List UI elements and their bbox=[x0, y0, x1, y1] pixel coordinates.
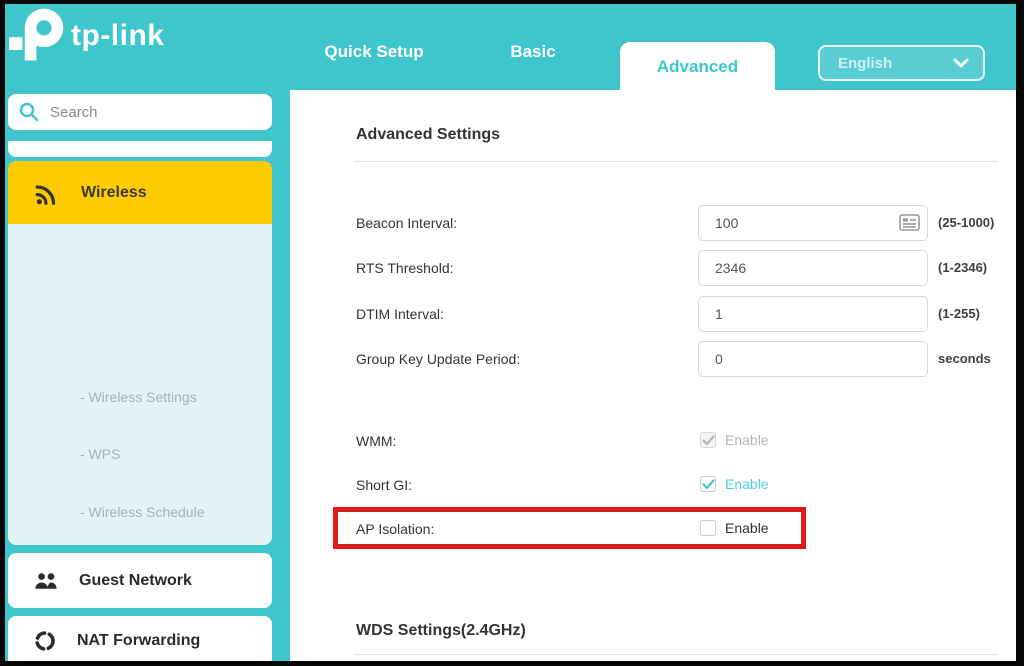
sidebar-item-label: Wireless bbox=[81, 184, 147, 202]
main-content: Advanced Settings Beacon Interval: (25-1… bbox=[290, 90, 1016, 661]
search-box[interactable] bbox=[8, 94, 272, 130]
sidebar-item-label: NAT Forwarding bbox=[77, 632, 200, 650]
field-label: Group Key Update Period: bbox=[356, 341, 520, 377]
field-label: Short GI: bbox=[356, 475, 412, 495]
tab-advanced[interactable]: Advanced bbox=[620, 42, 775, 90]
language-selected: English bbox=[838, 55, 892, 72]
check-icon bbox=[702, 479, 715, 490]
toggle-row-wmm: WMM: Enable bbox=[290, 431, 1016, 451]
group-key-update-period-input[interactable] bbox=[699, 342, 927, 376]
tab-basic[interactable]: Basic bbox=[473, 4, 593, 90]
form-row-rts-threshold: RTS Threshold: (1-2346) bbox=[290, 250, 1016, 286]
guest-network-icon bbox=[33, 571, 59, 591]
toggle-row-ap-isolation: AP Isolation: Enable bbox=[290, 519, 1016, 539]
dtim-interval-field bbox=[698, 296, 928, 332]
sidebar-item-guest-network[interactable]: Guest Network bbox=[8, 553, 272, 608]
group-key-update-period-field bbox=[698, 341, 928, 377]
wmm-enable-checkbox[interactable] bbox=[700, 432, 716, 448]
toggle-row-short-gi: Short GI: Enable bbox=[290, 475, 1016, 495]
field-label: DTIM Interval: bbox=[356, 296, 444, 332]
nat-forwarding-icon bbox=[33, 629, 57, 653]
form-row-beacon-interval: Beacon Interval: (25-1000) bbox=[290, 205, 1016, 241]
beacon-interval-field bbox=[698, 205, 928, 241]
field-label: Beacon Interval: bbox=[356, 205, 457, 241]
keyboard-icon[interactable] bbox=[899, 214, 920, 231]
sidebar-item-wireless[interactable]: Wireless bbox=[8, 161, 272, 224]
checkbox-label: Enable bbox=[725, 520, 769, 536]
wifi-icon bbox=[33, 180, 61, 206]
page-title: Advanced Settings bbox=[356, 126, 500, 144]
tp-link-logo: tp-link bbox=[9, 8, 165, 64]
short-gi-enable-checkbox[interactable] bbox=[700, 476, 716, 492]
field-hint: seconds bbox=[938, 341, 991, 377]
dtim-interval-input[interactable] bbox=[699, 297, 927, 331]
form-row-group-key-update-period: Group Key Update Period: seconds bbox=[290, 341, 1016, 377]
field-hint: (25-1000) bbox=[938, 205, 994, 241]
router-admin-window: tp-link Quick Setup Basic Advanced Engli… bbox=[5, 4, 1016, 661]
field-label: WMM: bbox=[356, 431, 396, 451]
check-icon bbox=[702, 435, 715, 446]
ap-isolation-enable-checkbox[interactable] bbox=[700, 520, 716, 536]
sidebar-item-wireless-settings[interactable]: - Wireless Settings bbox=[80, 389, 197, 405]
checkbox-label: Enable bbox=[725, 476, 769, 492]
wireless-submenu: - Wireless Settings - WPS - Wireless Sch… bbox=[8, 224, 272, 545]
search-input[interactable] bbox=[50, 104, 262, 121]
language-dropdown[interactable]: English bbox=[818, 45, 985, 81]
beacon-interval-input[interactable] bbox=[699, 206, 927, 240]
field-label: AP Isolation: bbox=[356, 519, 434, 539]
field-hint: (1-2346) bbox=[938, 250, 987, 286]
brand-name: tp-link bbox=[71, 19, 165, 53]
tp-link-logo-icon bbox=[9, 8, 65, 64]
rts-threshold-field bbox=[698, 250, 928, 286]
sidebar-item-wireless-schedule[interactable]: - Wireless Schedule bbox=[80, 504, 205, 520]
sidebar: Wireless - Wireless Settings - WPS - Wir… bbox=[5, 90, 290, 661]
chevron-down-icon bbox=[953, 58, 969, 68]
sidebar-item-label: Guest Network bbox=[79, 572, 192, 590]
wds-section-title: WDS Settings(2.4GHz) bbox=[356, 622, 526, 640]
top-header: tp-link Quick Setup Basic Advanced Engli… bbox=[5, 4, 1016, 90]
form-row-dtim-interval: DTIM Interval: (1-255) bbox=[290, 296, 1016, 332]
field-hint: (1-255) bbox=[938, 296, 980, 332]
section-divider bbox=[354, 654, 998, 655]
search-icon bbox=[18, 101, 40, 123]
checkbox-label: Enable bbox=[725, 432, 769, 448]
section-divider bbox=[354, 161, 998, 162]
field-label: RTS Threshold: bbox=[356, 250, 454, 286]
sidebar-item-wps[interactable]: - WPS bbox=[80, 446, 120, 462]
sidebar-item-nat-forwarding[interactable]: NAT Forwarding bbox=[8, 616, 272, 661]
sidebar-partial-item bbox=[8, 141, 272, 157]
rts-threshold-input[interactable] bbox=[699, 251, 927, 285]
tab-quick-setup[interactable]: Quick Setup bbox=[294, 4, 454, 90]
